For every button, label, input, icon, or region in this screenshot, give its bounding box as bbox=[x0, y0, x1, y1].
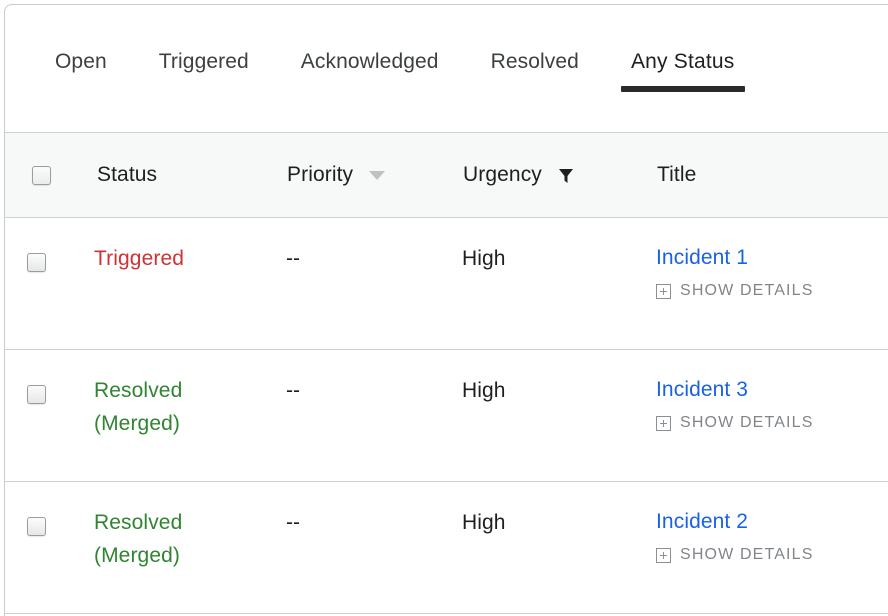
row-urgency-cell: High bbox=[462, 350, 656, 407]
tab-resolved-label: Resolved bbox=[490, 50, 579, 73]
row-urgency-cell: High bbox=[462, 218, 656, 275]
priority-value: -- bbox=[286, 247, 300, 270]
tab-any-status[interactable]: Any Status bbox=[620, 5, 745, 132]
table-row[interactable]: Resolved (Merged) -- High Incident 2 SHO… bbox=[5, 482, 888, 614]
row-select-cell bbox=[5, 482, 90, 536]
priority-value: -- bbox=[286, 379, 300, 402]
status-badge-secondary: (Merged) bbox=[94, 412, 180, 435]
row-title-cell: Incident 2 SHOW DETAILS bbox=[656, 482, 888, 564]
expand-plus-icon bbox=[656, 415, 671, 431]
row-urgency-cell: High bbox=[462, 482, 656, 539]
expand-plus-icon bbox=[656, 547, 671, 563]
header-priority-cell[interactable]: Priority bbox=[286, 163, 462, 187]
row-status-cell: Triggered bbox=[90, 218, 286, 275]
table-row[interactable]: Triggered -- High Incident 1 SHOW DETAIL… bbox=[5, 218, 888, 350]
tab-open-label: Open bbox=[55, 50, 107, 73]
tab-resolved[interactable]: Resolved bbox=[491, 5, 579, 132]
status-badge: Resolved bbox=[94, 379, 183, 402]
urgency-value: High bbox=[462, 247, 506, 270]
header-title-cell[interactable]: Title bbox=[656, 163, 888, 187]
header-select-cell bbox=[5, 165, 90, 185]
show-details-button[interactable]: SHOW DETAILS bbox=[656, 414, 814, 432]
status-tabs: Open Triggered Acknowledged Resolved Any… bbox=[5, 5, 888, 132]
urgency-value: High bbox=[462, 511, 506, 534]
priority-value: -- bbox=[286, 511, 300, 534]
tab-acknowledged-label: Acknowledged bbox=[300, 50, 439, 73]
column-header-priority: Priority bbox=[287, 163, 354, 186]
filter-funnel-icon[interactable] bbox=[556, 165, 576, 185]
show-details-label: SHOW DETAILS bbox=[680, 414, 814, 431]
header-status-cell[interactable]: Status bbox=[90, 163, 286, 187]
tab-open[interactable]: Open bbox=[55, 5, 107, 132]
row-checkbox[interactable] bbox=[27, 517, 46, 536]
incident-title-link[interactable]: Incident 1 bbox=[656, 242, 748, 273]
tab-acknowledged[interactable]: Acknowledged bbox=[301, 5, 439, 132]
show-details-button[interactable]: SHOW DETAILS bbox=[656, 282, 814, 300]
row-checkbox[interactable] bbox=[27, 385, 46, 404]
incidents-table: Status Priority Urgency Title Triggered … bbox=[5, 132, 888, 614]
row-title-cell: Incident 1 SHOW DETAILS bbox=[656, 218, 888, 300]
row-status-cell: Resolved (Merged) bbox=[90, 350, 286, 440]
row-select-cell bbox=[5, 218, 90, 272]
row-title-cell: Incident 3 SHOW DETAILS bbox=[656, 350, 888, 432]
column-header-urgency: Urgency bbox=[463, 163, 542, 186]
status-badge: Triggered bbox=[94, 247, 184, 270]
expand-plus-icon bbox=[656, 283, 671, 299]
incident-list-page: Open Triggered Acknowledged Resolved Any… bbox=[0, 0, 888, 616]
status-badge: Resolved bbox=[94, 511, 183, 534]
incident-list-card: Open Triggered Acknowledged Resolved Any… bbox=[4, 4, 888, 616]
row-priority-cell: -- bbox=[286, 218, 462, 275]
row-checkbox[interactable] bbox=[27, 253, 46, 272]
tab-triggered[interactable]: Triggered bbox=[159, 5, 249, 132]
incident-title-link[interactable]: Incident 2 bbox=[656, 506, 748, 537]
row-priority-cell: -- bbox=[286, 482, 462, 539]
header-urgency-cell[interactable]: Urgency bbox=[462, 163, 656, 187]
show-details-button[interactable]: SHOW DETAILS bbox=[656, 546, 814, 564]
column-header-status: Status bbox=[97, 163, 158, 186]
tab-any-status-label: Any Status bbox=[630, 50, 735, 73]
tab-triggered-label: Triggered bbox=[158, 50, 249, 73]
table-header-row: Status Priority Urgency Title bbox=[5, 132, 888, 218]
incident-title-link[interactable]: Incident 3 bbox=[656, 374, 748, 405]
row-status-cell: Resolved (Merged) bbox=[90, 482, 286, 572]
column-header-title: Title bbox=[657, 163, 697, 186]
table-row[interactable]: Resolved (Merged) -- High Incident 3 SHO… bbox=[5, 350, 888, 482]
sort-descending-icon[interactable] bbox=[369, 170, 386, 180]
select-all-checkbox[interactable] bbox=[32, 165, 51, 185]
show-details-label: SHOW DETAILS bbox=[680, 282, 814, 299]
row-priority-cell: -- bbox=[286, 350, 462, 407]
row-select-cell bbox=[5, 350, 90, 404]
urgency-value: High bbox=[462, 379, 506, 402]
status-badge-secondary: (Merged) bbox=[94, 544, 180, 567]
show-details-label: SHOW DETAILS bbox=[680, 546, 814, 563]
